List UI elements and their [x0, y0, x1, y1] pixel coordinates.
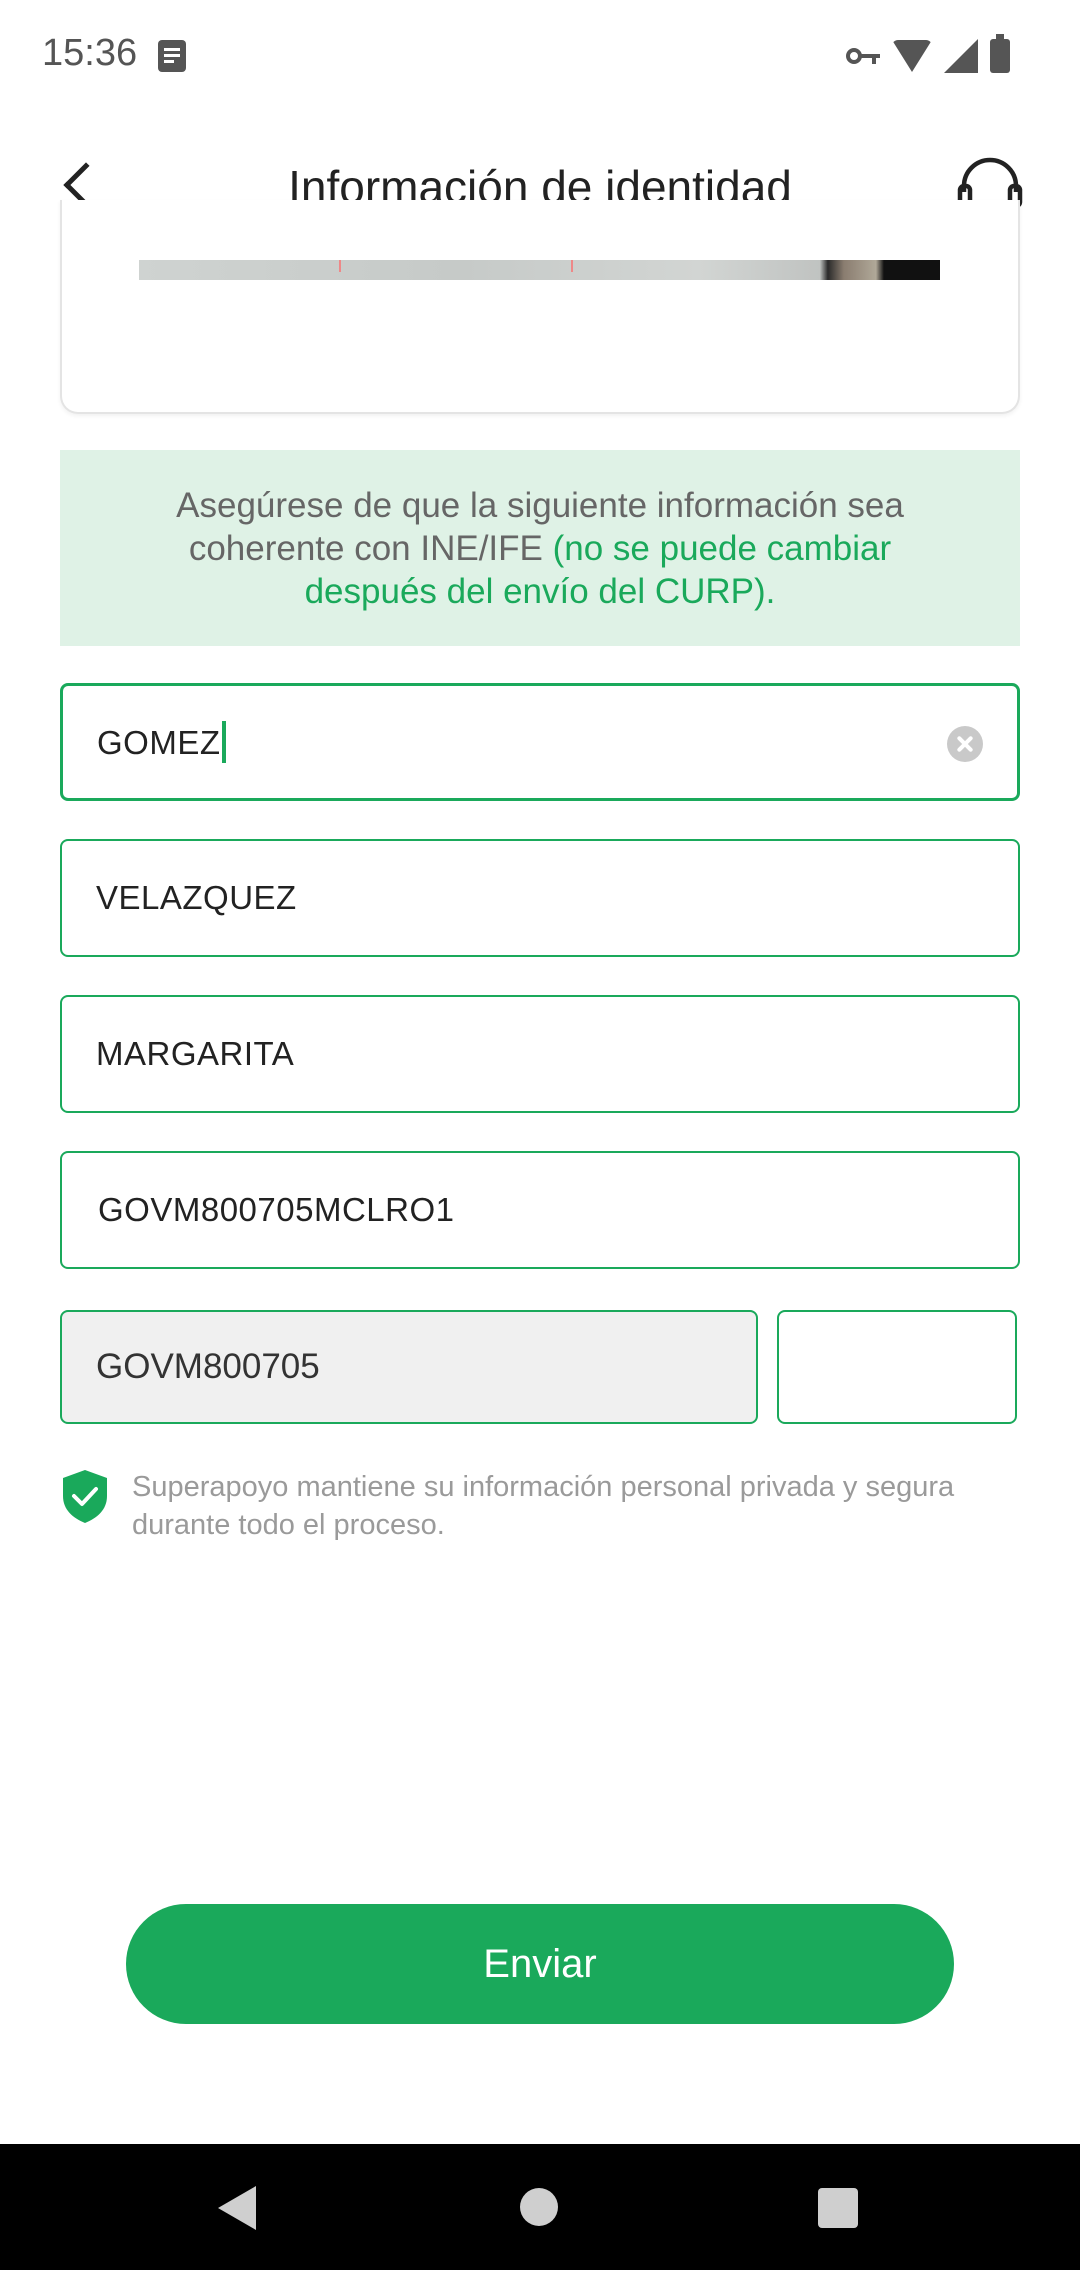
info-banner: Asegúrese de que la siguiente informació…	[60, 450, 1020, 646]
signal-icon	[944, 39, 978, 73]
clear-icon[interactable]	[947, 726, 983, 762]
curp-prefix-value: GOVM800705	[96, 1347, 320, 1386]
privacy-note: Superapoyo mantiene su información perso…	[60, 1468, 1020, 1548]
given-name-field[interactable]: MARGARITA	[60, 995, 1020, 1113]
id-photo	[139, 260, 940, 280]
vpn-key-icon	[846, 46, 880, 66]
info-banner-text: Asegúrese de que la siguiente informació…	[176, 485, 904, 611]
id-photo-card	[60, 200, 1020, 414]
status-time: 15:36	[42, 32, 138, 74]
nav-back-icon[interactable]	[218, 2186, 256, 2230]
maternal-surname-value: VELAZQUEZ	[96, 879, 297, 916]
battery-icon	[990, 34, 1010, 73]
status-bar: 15:36	[0, 0, 1080, 110]
shield-check-icon	[63, 1470, 107, 1523]
privacy-text: Superapoyo mantiene su información perso…	[132, 1471, 955, 1541]
notification-icon	[158, 40, 186, 72]
given-name-value: MARGARITA	[96, 1035, 295, 1072]
curp-suffix-input[interactable]	[777, 1310, 1017, 1424]
nav-recents-icon[interactable]	[818, 2188, 858, 2228]
submit-button[interactable]: Enviar	[126, 1904, 954, 2024]
paternal-surname-value: GOMEZ	[97, 724, 221, 761]
curp-field[interactable]: GOVM800705MCLRO1	[60, 1151, 1020, 1269]
nav-home-icon[interactable]	[520, 2188, 558, 2226]
system-nav-bar	[0, 2144, 1080, 2270]
wifi-icon	[892, 40, 932, 72]
curp-prefix-field: GOVM800705	[60, 1310, 758, 1424]
maternal-surname-field[interactable]: VELAZQUEZ	[60, 839, 1020, 957]
text-cursor	[221, 721, 226, 764]
curp-value: GOVM800705MCLRO1	[98, 1191, 455, 1228]
paternal-surname-field[interactable]: GOMEZ	[60, 683, 1020, 801]
status-icons	[846, 34, 1010, 76]
